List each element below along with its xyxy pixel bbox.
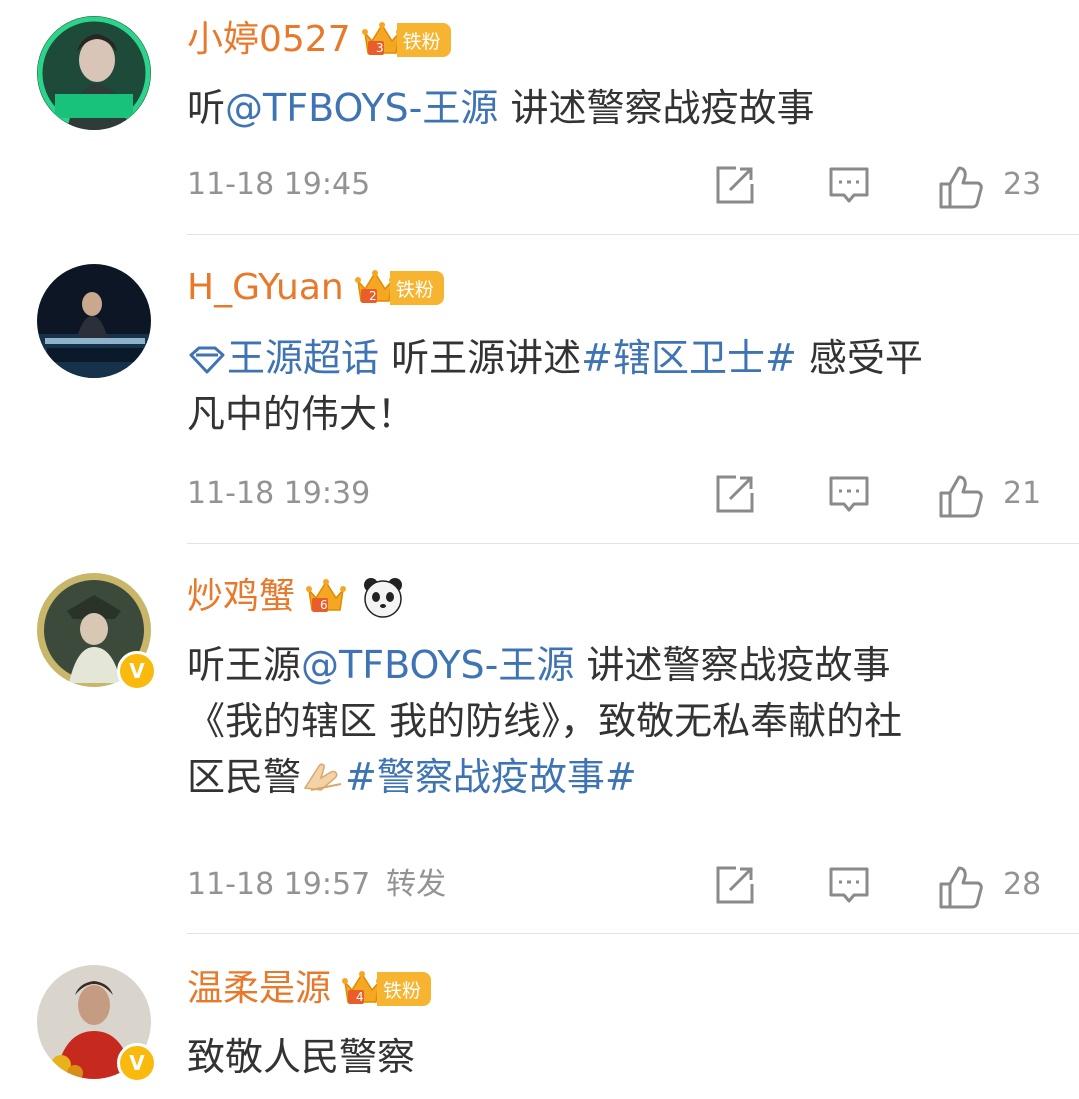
comment-item: V 炒鸡蟹 6 听王源@TFBOYS-王源 讲述警察战疫故事 《我的辖区 我的防…	[0, 545, 1079, 935]
username[interactable]: H_GYuan	[187, 266, 344, 310]
name-row: 温柔是源 4 铁粉	[187, 967, 432, 1011]
svg-text:3: 3	[376, 41, 384, 55]
supertopic-label: 王源超话	[227, 336, 380, 380]
panda-icon	[364, 578, 403, 618]
comment-text: 王源超话 听王源讲述#辖区卫士# 感受平 凡中的伟大！	[187, 330, 1047, 442]
divider	[187, 543, 1079, 544]
verified-badge: V	[117, 651, 157, 691]
text-segment: 凡中的伟大！	[187, 392, 416, 436]
supertopic-diamond-icon	[189, 346, 225, 374]
name-row: 炒鸡蟹 6	[187, 575, 405, 619]
like-count: 21	[1003, 476, 1042, 511]
svg-text:2: 2	[369, 289, 377, 303]
avatar[interactable]	[37, 264, 151, 378]
fan-badge: 铁粉	[377, 972, 432, 1006]
hashtag-link[interactable]: #辖区卫士#	[581, 336, 797, 380]
fan-badge: 铁粉	[396, 23, 451, 57]
comment-text: 听王源@TFBOYS-王源 讲述警察战疫故事 《我的辖区 我的防线》，致敬无私奉…	[187, 637, 1047, 805]
comment-text: 致敬人民警察	[187, 1029, 1047, 1085]
name-row: H_GYuan 2 铁粉	[187, 266, 444, 310]
comment-item: V 温柔是源 4 铁粉 致敬人民警察	[0, 935, 1079, 1099]
name-row: 小婷0527 3 铁粉	[187, 18, 451, 62]
avatar[interactable]	[37, 16, 151, 130]
action-bar: 28	[0, 864, 1079, 908]
avatar-image	[37, 264, 151, 378]
text-segment: 听王源讲述	[379, 336, 582, 380]
fan-badge: 铁粉	[389, 271, 444, 305]
share-icon[interactable]	[714, 164, 756, 206]
mention-link[interactable]: @TFBOYS-王源	[225, 86, 498, 130]
text-segment: 讲述警察战疫故事	[574, 643, 891, 687]
supertopic-link[interactable]: 王源超话	[187, 336, 379, 380]
username[interactable]: 温柔是源	[187, 967, 331, 1011]
divider	[187, 234, 1079, 235]
mention-link[interactable]: @TFBOYS-王源	[301, 643, 574, 687]
action-bar: 23	[0, 164, 1079, 208]
text-segment: 听	[187, 86, 226, 130]
text-segment: 讲述警察战疫故事	[498, 86, 815, 130]
text-segment: 区民警	[187, 755, 302, 799]
thumbs-up-icon[interactable]	[938, 164, 984, 210]
thumbs-up-icon[interactable]	[938, 473, 984, 519]
praying-hands-icon	[303, 763, 342, 791]
verified-badge: V	[117, 1043, 157, 1083]
comment-item: H_GYuan 2 铁粉 王源超话 听王源讲述#辖区卫士# 感受平 凡中的伟大！…	[0, 236, 1079, 545]
comment-icon[interactable]	[828, 164, 870, 206]
hashtag-link[interactable]: #警察战疫故事#	[345, 755, 637, 799]
avatar[interactable]: V	[37, 573, 157, 691]
comment-icon[interactable]	[828, 473, 870, 515]
like-count: 23	[1003, 167, 1042, 202]
comment-icon[interactable]	[828, 864, 870, 906]
svg-text:6: 6	[320, 598, 328, 612]
svg-text:4: 4	[356, 990, 364, 1004]
share-icon[interactable]	[714, 864, 756, 906]
crown-icon: 6	[305, 576, 347, 618]
comment-item: 小婷0527 3 铁粉 听@TFBOYS-王源 讲述警察战疫故事 11-18 1…	[0, 0, 1079, 236]
share-icon[interactable]	[714, 473, 756, 515]
like-count: 28	[1003, 867, 1042, 902]
avatar[interactable]: V	[37, 965, 157, 1083]
text-segment: 致敬人民警察	[187, 1035, 416, 1079]
thumbs-up-icon[interactable]	[938, 864, 984, 910]
action-bar: 21	[0, 473, 1079, 517]
username[interactable]: 小婷0527	[187, 18, 351, 62]
text-segment: 听王源	[187, 643, 302, 687]
username[interactable]: 炒鸡蟹	[187, 575, 295, 619]
text-segment: 感受平	[796, 336, 923, 380]
avatar-image	[37, 16, 151, 130]
comment-text: 听@TFBOYS-王源 讲述警察战疫故事	[187, 80, 1047, 136]
text-segment: 《我的辖区 我的防线》，致敬无私奉献的社	[187, 699, 903, 743]
divider	[187, 933, 1079, 934]
